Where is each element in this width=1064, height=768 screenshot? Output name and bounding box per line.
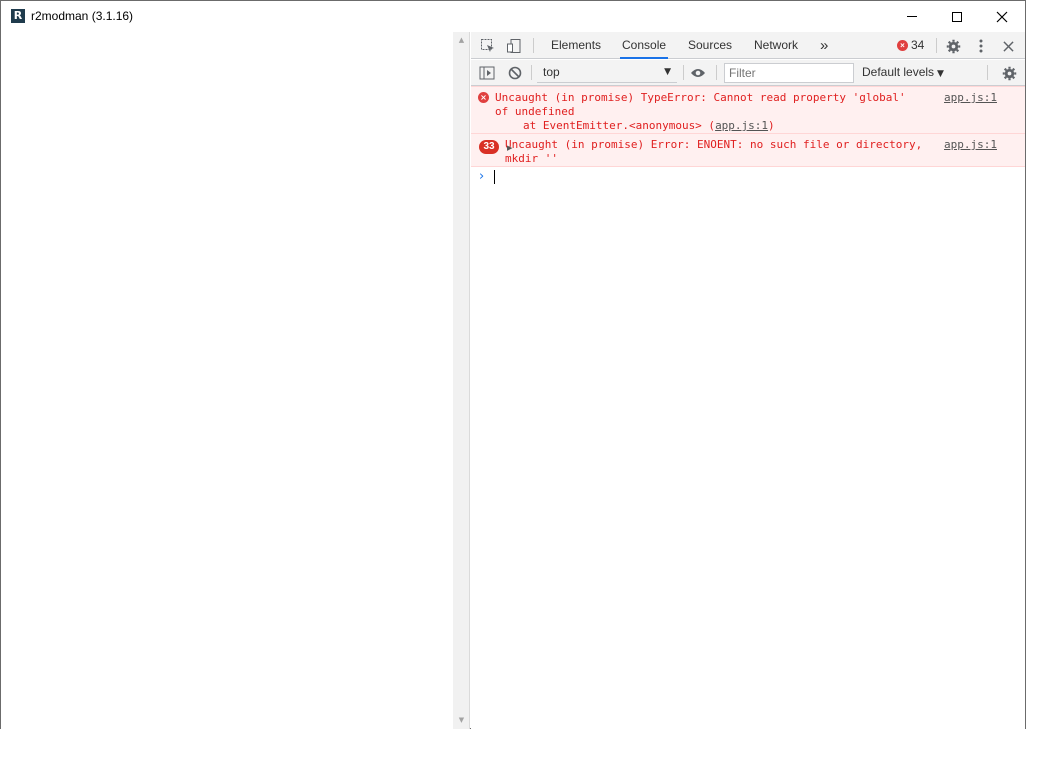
app-window: R r2modman (3.1.16) ▲ ▼ Elements Console… xyxy=(0,0,1026,729)
console-toolbar: top ▼ Default levels▼ xyxy=(471,60,1025,86)
prompt-chevron-icon: › xyxy=(479,169,485,184)
device-toolbar-icon[interactable] xyxy=(505,37,523,55)
error-counter[interactable]: × 34 xyxy=(897,32,924,59)
sidebar-toggle-icon[interactable] xyxy=(478,64,496,82)
app-content-area xyxy=(1,32,453,729)
live-expression-eye-icon[interactable] xyxy=(689,64,707,82)
toolbar-divider xyxy=(716,65,717,80)
console-settings-gear-icon[interactable] xyxy=(1000,64,1018,82)
message-source-link[interactable]: app.js:1 xyxy=(944,91,997,105)
minimize-button[interactable] xyxy=(889,1,935,32)
scroll-up-arrow-icon[interactable]: ▲ xyxy=(453,32,470,49)
more-tabs-icon[interactable]: » xyxy=(818,32,830,59)
toolbar-divider xyxy=(531,65,532,80)
maximize-button[interactable] xyxy=(934,1,980,32)
tab-console[interactable]: Console xyxy=(620,32,669,59)
toolbar-divider xyxy=(533,38,534,53)
app-logo-icon: R xyxy=(11,9,25,23)
clear-console-icon[interactable] xyxy=(506,64,524,82)
dropdown-arrow-icon: ▼ xyxy=(664,67,671,77)
inspect-element-icon[interactable] xyxy=(479,37,497,55)
title-bar[interactable]: R r2modman (3.1.16) xyxy=(1,1,1025,32)
scroll-down-arrow-icon[interactable]: ▼ xyxy=(453,712,470,729)
close-devtools-icon[interactable] xyxy=(999,37,1017,55)
console-error-message[interactable]: 33 ▶ Uncaught (in promise) Error: ENOENT… xyxy=(471,134,1025,167)
log-levels-dropdown[interactable]: Default levels ▼ xyxy=(862,62,944,83)
stack-trace-link[interactable]: app.js:1 xyxy=(715,119,768,132)
message-source-link[interactable]: app.js:1 xyxy=(944,138,997,152)
stack-trace-suffix: ) xyxy=(768,119,775,132)
stack-trace-line: at EventEmitter.<anonymous> (app.js:1) xyxy=(495,119,1025,133)
stack-trace-text: at EventEmitter.<anonymous> ( xyxy=(523,119,716,132)
filter-input[interactable] xyxy=(724,63,854,83)
minimize-icon xyxy=(907,16,917,17)
expand-triangle-icon[interactable]: ▶ xyxy=(507,141,512,155)
window-title: r2modman (3.1.16) xyxy=(31,9,134,23)
toolbar-divider xyxy=(936,38,937,53)
close-window-button[interactable] xyxy=(979,1,1025,32)
context-selector[interactable]: top ▼ xyxy=(537,62,677,83)
error-icon: × xyxy=(897,40,908,51)
dropdown-arrow-icon: ▼ xyxy=(937,69,944,79)
error-message-text: Uncaught (in promise) Error: ENOENT: no … xyxy=(505,138,929,165)
settings-gear-icon[interactable] xyxy=(944,37,962,55)
error-count-value: 34 xyxy=(911,38,925,52)
context-value: top xyxy=(543,65,560,79)
tab-elements[interactable]: Elements xyxy=(549,32,603,59)
console-prompt[interactable]: › xyxy=(471,167,1025,187)
close-icon xyxy=(996,11,1008,22)
devtools-toolbar: Elements Console Sources Network » × 34 xyxy=(471,32,1025,59)
tab-network[interactable]: Network xyxy=(752,32,800,59)
maximize-icon xyxy=(952,11,962,22)
error-message-text: Uncaught (in promise) TypeError: Cannot … xyxy=(495,91,913,118)
repeat-count-badge: 33 xyxy=(479,140,499,154)
more-options-icon[interactable] xyxy=(972,37,990,55)
toolbar-divider xyxy=(987,65,988,80)
vertical-scrollbar[interactable]: ▲ ▼ xyxy=(453,32,470,729)
error-icon: × xyxy=(478,92,489,103)
log-levels-value: Default levels xyxy=(862,65,935,79)
console-messages: × Uncaught (in promise) TypeError: Canno… xyxy=(471,86,1025,187)
tab-sources[interactable]: Sources xyxy=(686,32,734,59)
console-error-message[interactable]: × Uncaught (in promise) TypeError: Canno… xyxy=(471,86,1025,134)
text-caret xyxy=(494,170,495,184)
devtools-panel: Elements Console Sources Network » × 34 xyxy=(471,32,1025,729)
toolbar-divider xyxy=(683,65,684,80)
